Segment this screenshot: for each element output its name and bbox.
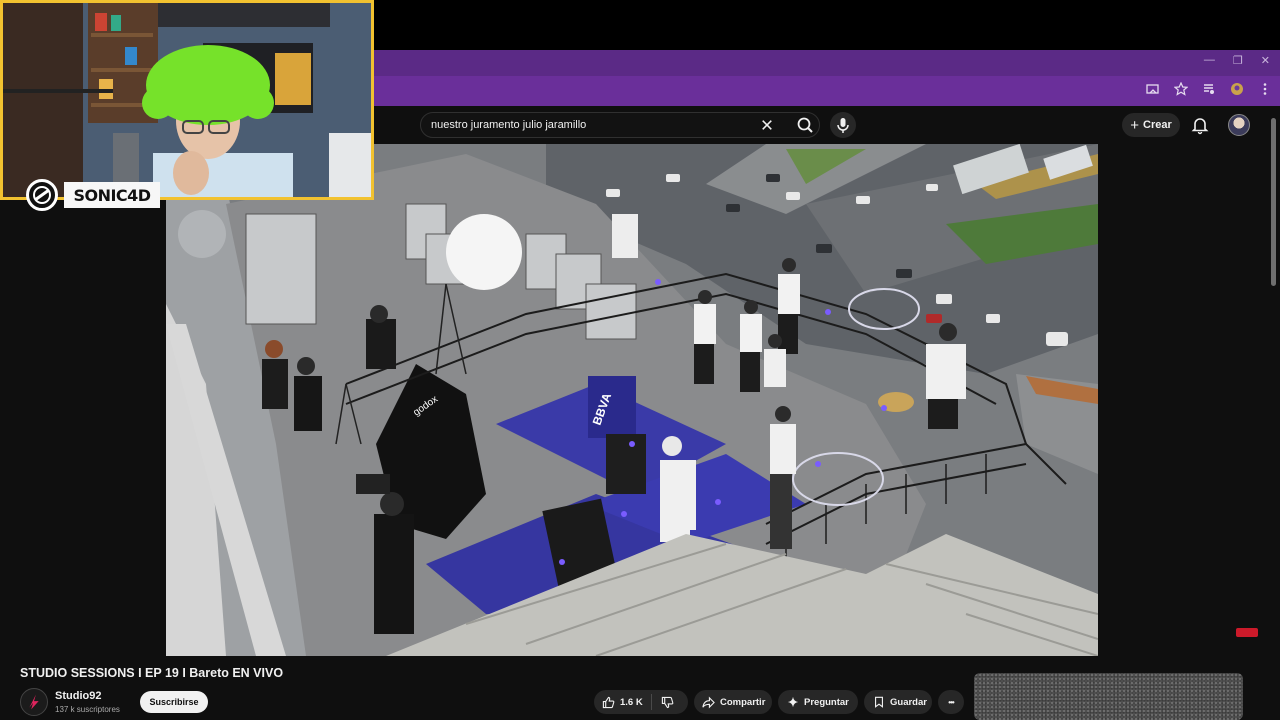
youtube-masthead: nuestro juramento julio jaramillo + Crea… [372, 106, 1280, 144]
plus-icon: + [1130, 116, 1139, 134]
browser-toolbar [372, 76, 1280, 106]
subscriber-count: 137 k suscriptores [55, 705, 120, 714]
window-controls: — ❐ ✕ [1204, 54, 1270, 67]
video-title: STUDIO SESSIONS I EP 19 I Bareto EN VIVO [20, 666, 284, 680]
sparkle-icon [787, 696, 799, 708]
create-button[interactable]: + Crear [1122, 113, 1180, 137]
channel-avatar[interactable] [20, 688, 48, 716]
cast-icon[interactable] [1146, 82, 1160, 96]
like-dislike-group: 1.6 K [594, 690, 688, 714]
channel-name[interactable]: Studio92 [55, 690, 101, 702]
streamer-logo-icon [26, 179, 58, 211]
voice-search-button[interactable] [830, 112, 856, 138]
share-label: Compartir [720, 696, 766, 708]
search-icon[interactable] [788, 112, 824, 138]
profile-icon[interactable] [1230, 82, 1244, 96]
like-button[interactable]: 1.6 K [594, 694, 652, 710]
blurred-ad-thumbnail[interactable] [974, 673, 1243, 720]
live-indicator-badge [1236, 628, 1258, 637]
close-icon[interactable]: ✕ [1261, 54, 1270, 67]
create-label: Crear [1143, 119, 1172, 131]
video-frame-rooftop-scene: BBVA godox [166, 144, 1098, 656]
user-avatar[interactable] [1228, 114, 1250, 136]
kebab-menu-icon[interactable] [1258, 82, 1272, 96]
browser-extensions [1146, 82, 1272, 96]
more-actions-button[interactable]: ••• [938, 690, 964, 714]
bookmark-icon [875, 696, 883, 708]
thumbs-down-icon [661, 696, 674, 708]
streamer-logo-badge: SONIC4D [24, 178, 164, 214]
thumbs-up-icon [602, 696, 615, 708]
share-arrow-icon [702, 696, 715, 708]
search-query-text: nuestro juramento julio jaramillo [431, 119, 587, 131]
ask-button[interactable]: Preguntar [778, 690, 858, 714]
minimize-icon[interactable]: — [1204, 54, 1215, 67]
channel-logo-icon [29, 694, 39, 710]
bookmark-star-icon[interactable] [1174, 82, 1188, 96]
ask-label: Preguntar [804, 696, 849, 708]
notifications-bell-icon[interactable] [1190, 115, 1210, 135]
like-count: 1.6 K [620, 696, 643, 708]
save-label: Guardar [890, 696, 927, 708]
search-input[interactable]: nuestro juramento julio jaramillo [420, 112, 820, 138]
browser-tab-bar: — ❐ ✕ [372, 50, 1280, 76]
streamer-logo-text: SONIC4D [64, 182, 160, 208]
media-queue-icon[interactable] [1202, 82, 1216, 96]
share-button[interactable]: Compartir [694, 690, 772, 714]
clear-search-icon[interactable] [761, 119, 773, 131]
save-button[interactable]: Guardar [864, 690, 932, 714]
more-actions-icon: ••• [948, 697, 954, 707]
streamer-webcam-overlay [0, 0, 374, 200]
dislike-button[interactable] [652, 696, 674, 709]
webcam-feed [3, 3, 371, 197]
subscribe-button[interactable]: Suscribirse [140, 691, 208, 713]
restore-icon[interactable]: ❐ [1233, 54, 1243, 67]
video-player[interactable]: BBVA godox [166, 144, 1098, 656]
page-scrollbar[interactable] [1271, 118, 1276, 286]
microphone-icon [837, 118, 849, 133]
